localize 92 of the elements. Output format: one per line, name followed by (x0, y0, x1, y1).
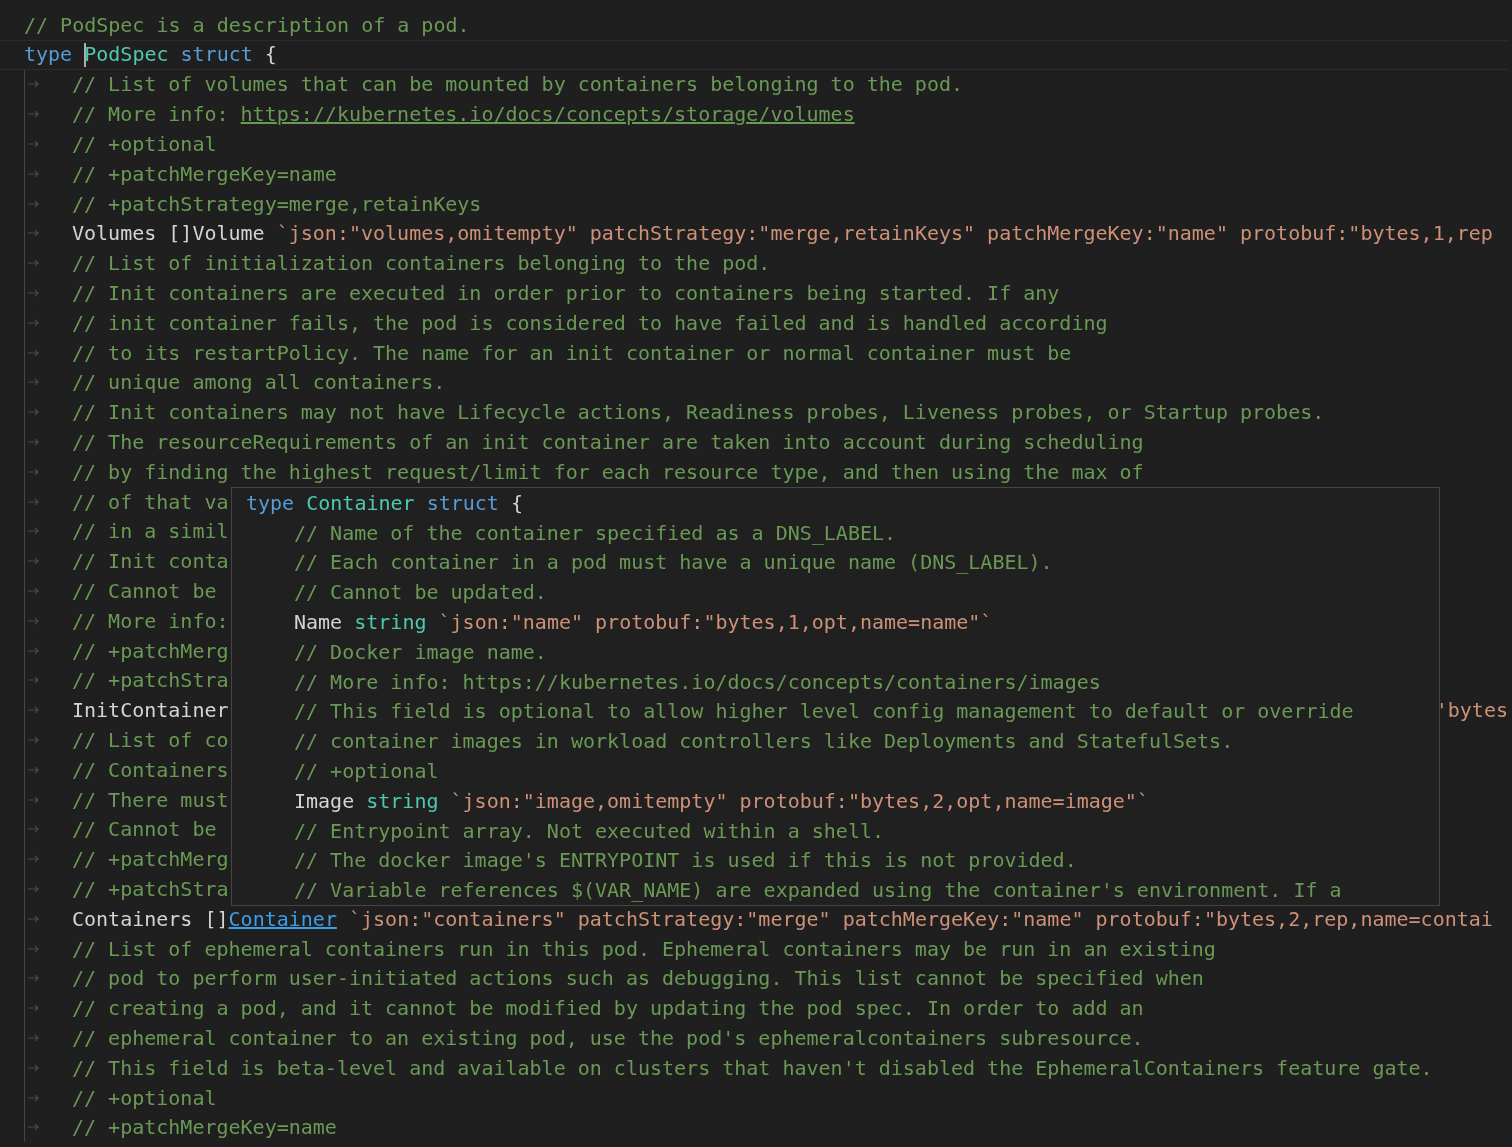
tab-arrow-icon (28, 795, 40, 804)
tab-arrow-icon (28, 110, 40, 119)
tab-arrow-icon (28, 557, 40, 566)
code-line: Name string `json:"name" protobuf:"bytes,1,opt,name=name"` (294, 610, 993, 635)
tab-arrow-icon (28, 765, 40, 774)
code-comment: // by finding the highest request/limit for each resource type, and then using the max of (72, 459, 1144, 484)
code-line: Image string `json:"image,omitempty" protobuf:"bytes,2,opt,name=image"` (294, 788, 1149, 813)
code-comment: // +patchStra (72, 668, 229, 693)
tab-arrow-icon (28, 1093, 40, 1102)
code-comment: // Cannot be (72, 817, 217, 842)
code-comment: // container images in workload controllers like Deployments and StatefulSets. (294, 729, 1234, 754)
tab-arrow-icon (28, 1034, 40, 1042)
tab-arrow-icon (28, 616, 40, 625)
tab-arrow-icon (28, 378, 40, 387)
code-text: Containers [] (72, 906, 229, 931)
code-comment: // of that va (72, 489, 229, 514)
tab-arrow-icon (28, 497, 40, 506)
tab-arrow-icon (28, 646, 40, 655)
tab-arrow-icon (28, 587, 40, 596)
tab-arrow-icon (28, 676, 40, 685)
tab-arrow-icon (28, 825, 40, 834)
tab-arrow-icon (28, 885, 40, 893)
code-comment: // List of volumes that can be mounted by containers belonging to the pod. (72, 72, 964, 97)
code-comment: // +optional (294, 759, 439, 784)
code-comment: // This field is optional to allow higher level config management to default or override (294, 699, 1354, 724)
code-comment: // init container fails, the pod is considered to have failed and is handled according (72, 310, 1108, 335)
code-comment: // +patchMergeKey=name (72, 1115, 337, 1140)
code-text: 'bytes (1435, 698, 1508, 723)
tab-arrow-icon (28, 706, 40, 715)
tab-arrow-icon (28, 855, 40, 864)
code-comment: // +optional (72, 132, 217, 157)
code-comment: // Variable references $(VAR_NAME) are expanded using the container's environment. If a (294, 878, 1342, 903)
code-comment: // Init containers may not have Lifecycle actions, Readiness probes, Liveness probes, or Startup probes. (72, 400, 1325, 425)
link[interactable]: https://kubernetes.io/docs/concepts/storage/volumes (240, 102, 855, 127)
code-comment: // unique among all containers. (72, 370, 446, 395)
tab-arrow-icon (28, 169, 40, 178)
code-comment: // Name of the container specified as a DNS_LABEL. (294, 520, 897, 545)
tab-arrow-icon (28, 438, 40, 447)
code-comment: // PodSpec is a description of a pod. (24, 12, 470, 37)
tab-arrow-icon (28, 348, 40, 357)
code-comment: // List of ephemeral containers run in this pod. Ephemeral containers may be run in an existing (72, 936, 1216, 961)
tab-arrow-icon (28, 259, 40, 268)
code-text: `json:"containers" patchStrategy:"merge" patchMergeKey:"name" protobuf:"bytes,2,rep,name=contai (347, 906, 1493, 931)
tab-arrow-icon (28, 944, 40, 953)
tab-arrow-icon (28, 199, 40, 208)
code-comment: // Init containers are executed in order prior to containers being started. If any (72, 281, 1060, 306)
tab-arrow-icon (28, 229, 40, 238)
code-comment: // +patchMergeKey=name (72, 161, 337, 186)
code-comment: // Cannot be (72, 579, 217, 604)
code-comment: // +patchMerg (72, 847, 229, 872)
code-comment: // Entrypoint array. Not executed within a shell. (294, 818, 884, 843)
code-comment: // +patchStra (72, 877, 229, 901)
code-comment: // to its restartPolicy. The name for an init container or normal container must be (72, 340, 1072, 365)
code-comment: // Docker image name. (294, 639, 547, 664)
tab-arrow-icon (28, 289, 40, 298)
tab-arrow-icon (28, 1004, 40, 1013)
tab-arrow-icon (28, 914, 40, 923)
code-line: Volumes []Volume `json:"volumes,omitempty" patchStrategy:"merge,retainKeys" patchMergeKey:"name" protobuf:"bytes,1,rep (72, 221, 1493, 246)
code-comment: // in a simil (72, 519, 229, 544)
code-comment: // Each container in a pod must have a unique name (DNS_LABEL). (294, 550, 1053, 575)
code-line: type PodSpec struct { (24, 41, 277, 68)
tab-arrow-icon (28, 408, 40, 417)
code-comment: // There must (72, 787, 229, 812)
tab-arrow-icon (28, 140, 40, 149)
code-comment: // creating a pod, and it cannot be modified by updating the pod spec. In order to add an (72, 996, 1144, 1021)
code-comment: // +patchStrategy=merge,retainKeys (72, 191, 482, 216)
type-link[interactable]: Container (228, 906, 337, 931)
code-comment: // The resourceRequirements of an init container are taken into account during scheduling (72, 430, 1144, 455)
code-comment: // More info: (72, 102, 230, 127)
code-comment: // Cannot be updated. (294, 580, 547, 605)
tab-arrow-icon (28, 1063, 40, 1072)
code-comment: // pod to perform user-initiated actions such as debugging. This list cannot be specified when (72, 966, 1204, 991)
tab-arrow-icon (28, 527, 40, 536)
tab-arrow-icon (28, 467, 40, 476)
code-comment: // Containers (72, 757, 229, 782)
tab-arrow-icon (28, 318, 40, 327)
code-comment: // List of co (72, 728, 229, 752)
tab-arrow-icon (28, 80, 40, 89)
code-comment: // ephemeral container to an existing pod, use the pod's ephemeralcontainers subresource. (72, 1026, 1144, 1050)
code-line: type Container struct { (246, 490, 523, 515)
tab-arrow-icon (28, 974, 40, 983)
tab-arrow-icon (28, 1123, 40, 1132)
code-comment: // More info: https://kubernetes.io/docs/concepts/containers/images (294, 669, 1101, 694)
code-text: InitContainer (72, 698, 229, 723)
code-comment: // More info: (72, 608, 229, 633)
tab-arrow-icon (28, 736, 40, 744)
code-comment: // Init conta (72, 549, 229, 574)
code-comment: // The docker image's ENTRYPOINT is used if this is not provided. (294, 848, 1077, 873)
code-comment: // This field is beta-level and available on clusters that haven't disabled the EphemeralContainers feature gate. (72, 1055, 1433, 1080)
code-comment: // +patchMerg (72, 638, 229, 663)
code-comment: // List of initialization containers belonging to the pod. (72, 251, 771, 276)
code-comment: // +optional (72, 1085, 217, 1110)
